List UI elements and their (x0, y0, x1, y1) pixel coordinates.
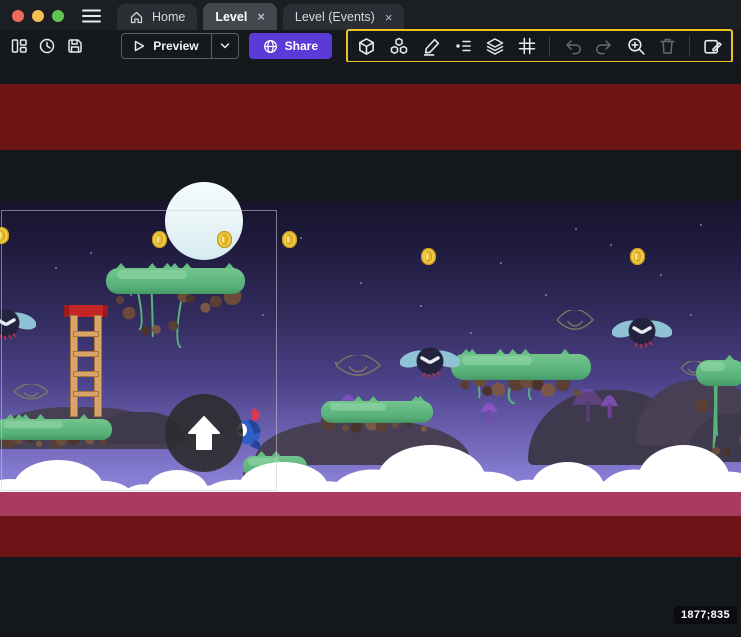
home-icon (129, 10, 144, 25)
preview-dropdown-button[interactable] (211, 34, 238, 58)
star (500, 262, 502, 264)
preview-label: Preview (153, 39, 198, 53)
scene-properties-icon[interactable] (703, 37, 722, 56)
tab-label: Level (215, 10, 247, 24)
grid-icon[interactable] (518, 37, 536, 55)
chevron-down-icon (220, 42, 230, 50)
tab-level[interactable]: Level × (203, 3, 277, 30)
tab-label: Home (152, 10, 185, 24)
ground-band-pink (0, 492, 741, 516)
eye-decoration (335, 355, 381, 378)
star (420, 305, 422, 307)
tab-home[interactable]: Home (117, 4, 197, 30)
star (300, 237, 302, 239)
jump-button[interactable] (165, 394, 243, 472)
platform[interactable] (321, 393, 433, 445)
coin[interactable] (630, 248, 645, 265)
coordinates-badge: 1877;835 (674, 606, 737, 624)
instance-properties-icon[interactable] (454, 37, 472, 55)
save-icon[interactable] (66, 37, 84, 55)
hazard-band-bottom (0, 516, 741, 557)
zoom-in-icon[interactable] (627, 37, 646, 56)
platform[interactable] (451, 346, 591, 412)
toolbar-divider (549, 36, 550, 56)
star (610, 244, 612, 246)
tab-label: Level (Events) (295, 10, 375, 24)
trash-icon[interactable] (659, 37, 676, 55)
app-window: Home Level × Level (Events) × (0, 0, 741, 637)
mushroom (601, 392, 618, 418)
star (360, 282, 362, 284)
window-controls (0, 10, 74, 30)
layers-icon[interactable] (485, 37, 505, 56)
edit-icon[interactable] (422, 37, 441, 56)
arrow-up-icon (187, 415, 221, 451)
star (660, 274, 662, 276)
bat-enemy[interactable] (612, 312, 672, 352)
scene-tools-highlight (346, 29, 733, 63)
object-groups-icon[interactable] (389, 37, 409, 56)
history-icon[interactable] (38, 37, 56, 55)
star (700, 224, 702, 226)
star (470, 332, 472, 334)
hazard-band-top (0, 84, 741, 150)
redo-icon[interactable] (595, 37, 614, 55)
coin[interactable] (282, 231, 297, 248)
toolbar: Preview Share (0, 30, 741, 62)
eye-decoration (556, 310, 594, 332)
play-icon (132, 39, 146, 53)
coin[interactable] (421, 248, 436, 265)
scene-canvas[interactable]: 1877;835 (0, 62, 741, 637)
close-window-button[interactable] (12, 10, 24, 22)
share-label: Share (285, 39, 318, 53)
close-tab-icon[interactable]: × (383, 10, 393, 25)
star (690, 314, 692, 316)
titlebar: Home Level × Level (Events) × (0, 0, 741, 30)
project-manager-icon[interactable] (10, 37, 28, 55)
preview-button[interactable]: Preview (121, 33, 238, 59)
tab-level-events[interactable]: Level (Events) × (283, 4, 405, 30)
menu-icon[interactable] (74, 8, 111, 30)
bat-enemy[interactable] (400, 342, 460, 382)
add-object-icon[interactable] (357, 37, 376, 56)
toolbar-divider (689, 36, 690, 56)
tab-bar: Home Level × Level (Events) × (111, 0, 404, 30)
minimize-window-button[interactable] (32, 10, 44, 22)
star (575, 228, 577, 230)
globe-icon (263, 39, 278, 54)
star (545, 294, 547, 296)
undo-icon[interactable] (563, 37, 582, 55)
zoom-window-button[interactable] (52, 10, 64, 22)
share-button[interactable]: Share (249, 33, 332, 59)
close-tab-icon[interactable]: × (255, 9, 265, 24)
